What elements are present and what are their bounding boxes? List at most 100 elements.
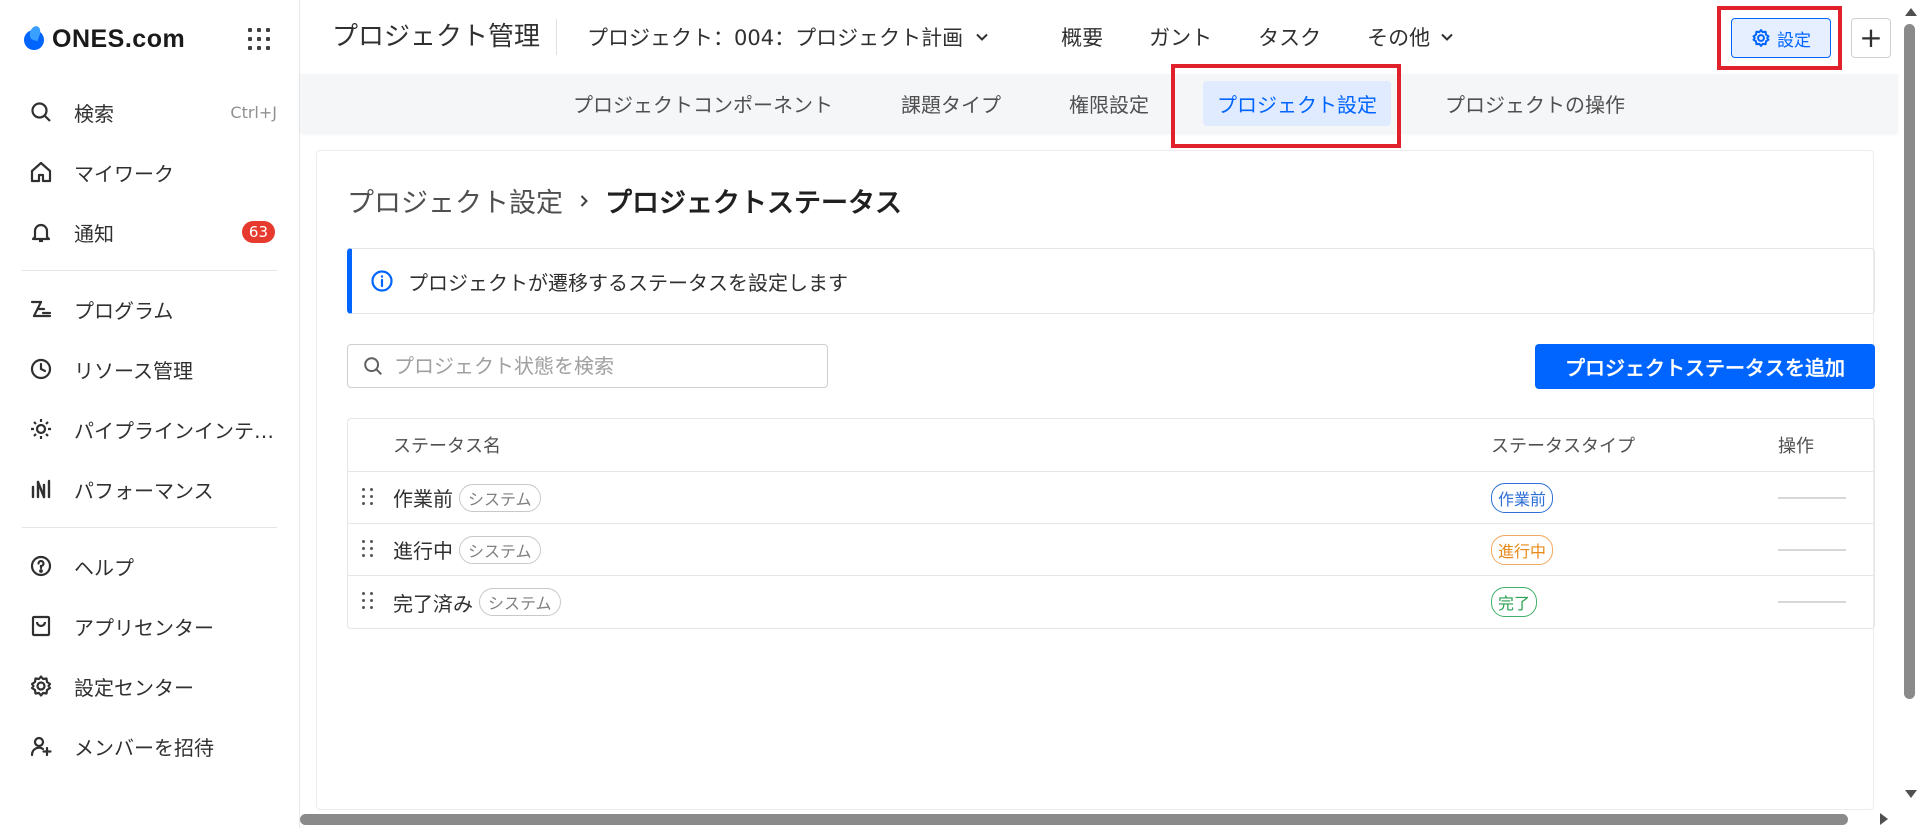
search-icon — [28, 99, 54, 125]
breadcrumb: プロジェクト設定 プロジェクトステータス — [347, 181, 902, 220]
project-settings-highlight-frame — [1171, 64, 1401, 148]
column-header-status-type: ステータスタイプ — [1491, 436, 1635, 457]
sidebar-item-pipeline[interactable]: パイプラインインテ… — [0, 399, 299, 459]
main-content: プロジェクト設定 プロジェクトステータス プロジェクトが遷移するステータスを設定… — [316, 150, 1875, 810]
vertical-scrollbar[interactable] — [1899, 0, 1920, 828]
sidebar-item-label: アプリセンター — [74, 615, 214, 640]
sidebar-item-my-work[interactable]: マイワーク — [0, 142, 299, 202]
subtab-project-operations[interactable]: プロジェクトの操作 — [1431, 81, 1639, 126]
sidebar-item-label: パイプラインインテ… — [74, 418, 274, 443]
column-header-status-name: ステータス名 — [393, 436, 501, 457]
sidebar-item-label: 検索 — [74, 101, 114, 126]
subtab-issue-types[interactable]: 課題タイプ — [887, 81, 1015, 126]
invite-user-icon — [28, 733, 54, 759]
sidebar-item-program[interactable]: プログラム — [0, 279, 299, 339]
clock-icon — [28, 356, 54, 382]
horizontal-scroll-thumb[interactable] — [300, 814, 1848, 825]
tab-more[interactable]: その他 — [1367, 22, 1454, 52]
notification-badge: 63 — [241, 221, 275, 243]
info-banner: プロジェクトが遷移するステータスを設定します — [347, 248, 1875, 314]
info-text: プロジェクトが遷移するステータスを設定します — [408, 270, 848, 295]
app-store-icon — [28, 613, 54, 639]
pipeline-icon — [28, 416, 54, 442]
drag-handle-icon[interactable] — [362, 540, 374, 560]
sidebar-divider — [22, 270, 277, 271]
gear-icon — [28, 673, 54, 699]
chevron-down-icon — [976, 33, 988, 41]
brand-name: ONES.com — [52, 24, 186, 53]
app-grid-icon[interactable] — [248, 28, 270, 50]
top-header: プロジェクト管理 プロジェクト：004：プロジェクト計画 概要 ガント タスク … — [300, 0, 1920, 74]
app-title: プロジェクト管理 — [300, 19, 558, 55]
system-tag: システム — [459, 535, 541, 564]
info-icon — [371, 270, 393, 292]
sidebar-item-app-center[interactable]: アプリセンター — [0, 596, 299, 656]
sidebar-item-label: メンバーを招待 — [74, 735, 214, 760]
program-icon — [28, 296, 54, 322]
table-row: 進行中 システム 進行中 — [348, 524, 1874, 576]
sidebar-item-label: ヘルプ — [74, 555, 134, 580]
sidebar-item-label: パフォーマンス — [74, 478, 214, 503]
sidebar-item-invite[interactable]: メンバーを招待 — [0, 716, 299, 776]
status-name-cell: 完了済み システム — [393, 588, 561, 617]
status-name-cell: 作業前 システム — [393, 483, 541, 512]
status-name: 完了済み — [393, 591, 473, 616]
project-selector[interactable]: プロジェクト：004：プロジェクト計画 — [587, 22, 989, 52]
project-name: プロジェクト：004：プロジェクト計画 — [587, 26, 964, 50]
logo-row: ONES.com — [0, 0, 299, 78]
page-title: プロジェクトステータス — [605, 188, 902, 219]
sidebar-item-search[interactable]: 検索 Ctrl+J — [0, 82, 299, 142]
drag-handle-icon[interactable] — [362, 488, 374, 508]
tab-more-label: その他 — [1367, 26, 1431, 50]
add-button[interactable]: + — [1851, 18, 1891, 58]
status-search-box[interactable] — [347, 344, 828, 388]
column-header-operations: 操作 — [1778, 436, 1814, 457]
home-icon — [28, 159, 54, 185]
system-tag: システム — [479, 588, 561, 616]
status-table: ステータス名 ステータスタイプ 操作 作業前 システム 作業前 進行中 システム — [347, 418, 1875, 629]
sidebar: ONES.com 検索 Ctrl+J マイワーク 通知 63 プログラム リソー… — [0, 0, 300, 828]
drag-handle-icon[interactable] — [362, 592, 374, 612]
table-row: 作業前 システム 作業前 — [348, 472, 1874, 524]
scroll-right-arrow-icon[interactable] — [1880, 813, 1888, 825]
sidebar-item-help[interactable]: ヘルプ — [0, 536, 299, 596]
table-header: ステータス名 ステータスタイプ 操作 — [348, 419, 1874, 472]
system-tag: システム — [459, 483, 541, 512]
chevron-down-icon — [1441, 33, 1453, 41]
sidebar-item-performance[interactable]: パフォーマンス — [0, 459, 299, 519]
operations-placeholder — [1778, 549, 1846, 551]
bell-icon — [28, 219, 54, 245]
sidebar-item-label: プログラム — [74, 298, 174, 323]
ones-logo-icon — [22, 26, 48, 52]
top-tabs: 概要 ガント タスク その他 — [1061, 22, 1500, 52]
add-project-status-button[interactable]: プロジェクトステータスを追加 — [1535, 344, 1875, 389]
status-type-tag: 進行中 — [1491, 534, 1554, 565]
sidebar-item-resource[interactable]: リソース管理 — [0, 339, 299, 399]
status-search-input[interactable] — [394, 354, 814, 378]
tab-tasks[interactable]: タスク — [1258, 22, 1321, 52]
scroll-down-arrow-icon[interactable] — [1905, 790, 1917, 798]
scroll-up-arrow-icon[interactable] — [1905, 8, 1917, 16]
subtab-project-components[interactable]: プロジェクトコンポーネント — [559, 81, 847, 126]
breadcrumb-parent[interactable]: プロジェクト設定 — [347, 181, 563, 220]
sidebar-item-settings-center[interactable]: 設定センター — [0, 656, 299, 716]
status-name: 作業前 — [393, 487, 453, 511]
search-icon — [364, 357, 382, 375]
sidebar-divider — [22, 527, 277, 528]
sidebar-item-label: 設定センター — [74, 675, 194, 700]
vertical-scroll-thumb[interactable] — [1904, 24, 1915, 699]
search-shortcut: Ctrl+J — [230, 102, 277, 122]
subtab-permissions[interactable]: 権限設定 — [1055, 81, 1163, 126]
chevron-right-icon — [580, 194, 588, 207]
chart-icon — [28, 476, 54, 502]
status-type-tag: 完了 — [1491, 587, 1538, 617]
app-window: ONES.com 検索 Ctrl+J マイワーク 通知 63 プログラム リソー… — [0, 0, 1920, 828]
tab-overview[interactable]: 概要 — [1061, 22, 1103, 52]
status-name-cell: 進行中 システム — [393, 535, 541, 564]
sidebar-item-notifications[interactable]: 通知 63 — [0, 202, 299, 262]
operations-placeholder — [1778, 497, 1846, 499]
help-icon — [28, 553, 54, 579]
status-type-tag: 作業前 — [1491, 482, 1554, 513]
horizontal-scrollbar[interactable] — [300, 810, 1899, 828]
tab-gantt[interactable]: ガント — [1149, 22, 1212, 52]
